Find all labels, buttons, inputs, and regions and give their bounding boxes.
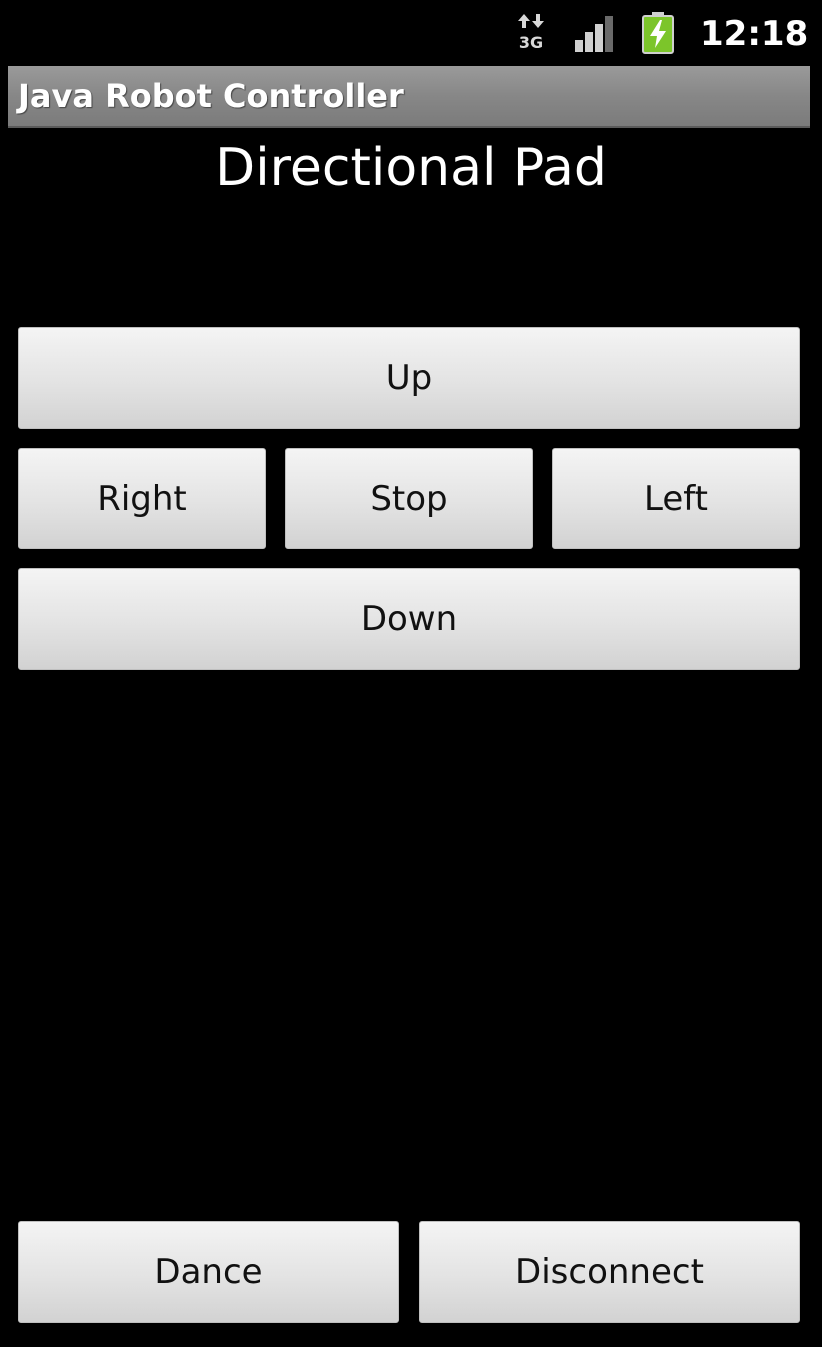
right-button[interactable]: Right: [18, 448, 266, 549]
page-title: Directional Pad: [215, 138, 607, 198]
down-button[interactable]: Down: [18, 568, 800, 670]
status-clock: 12:18: [700, 14, 809, 54]
app-title-bar: Java Robot Controller: [8, 66, 810, 128]
up-button[interactable]: Up: [18, 327, 800, 429]
app-title: Java Robot Controller: [18, 77, 404, 115]
battery-charging-icon: [642, 12, 674, 54]
dance-button[interactable]: Dance: [18, 1221, 399, 1323]
3g-data-icon: 3G: [516, 14, 546, 52]
signal-strength-icon: [574, 14, 616, 52]
disconnect-button[interactable]: Disconnect: [419, 1221, 800, 1323]
svg-text:3G: 3G: [519, 33, 543, 52]
stop-button[interactable]: Stop: [285, 448, 533, 549]
left-button[interactable]: Left: [552, 448, 800, 549]
status-bar: 3G 12:18: [0, 0, 822, 66]
